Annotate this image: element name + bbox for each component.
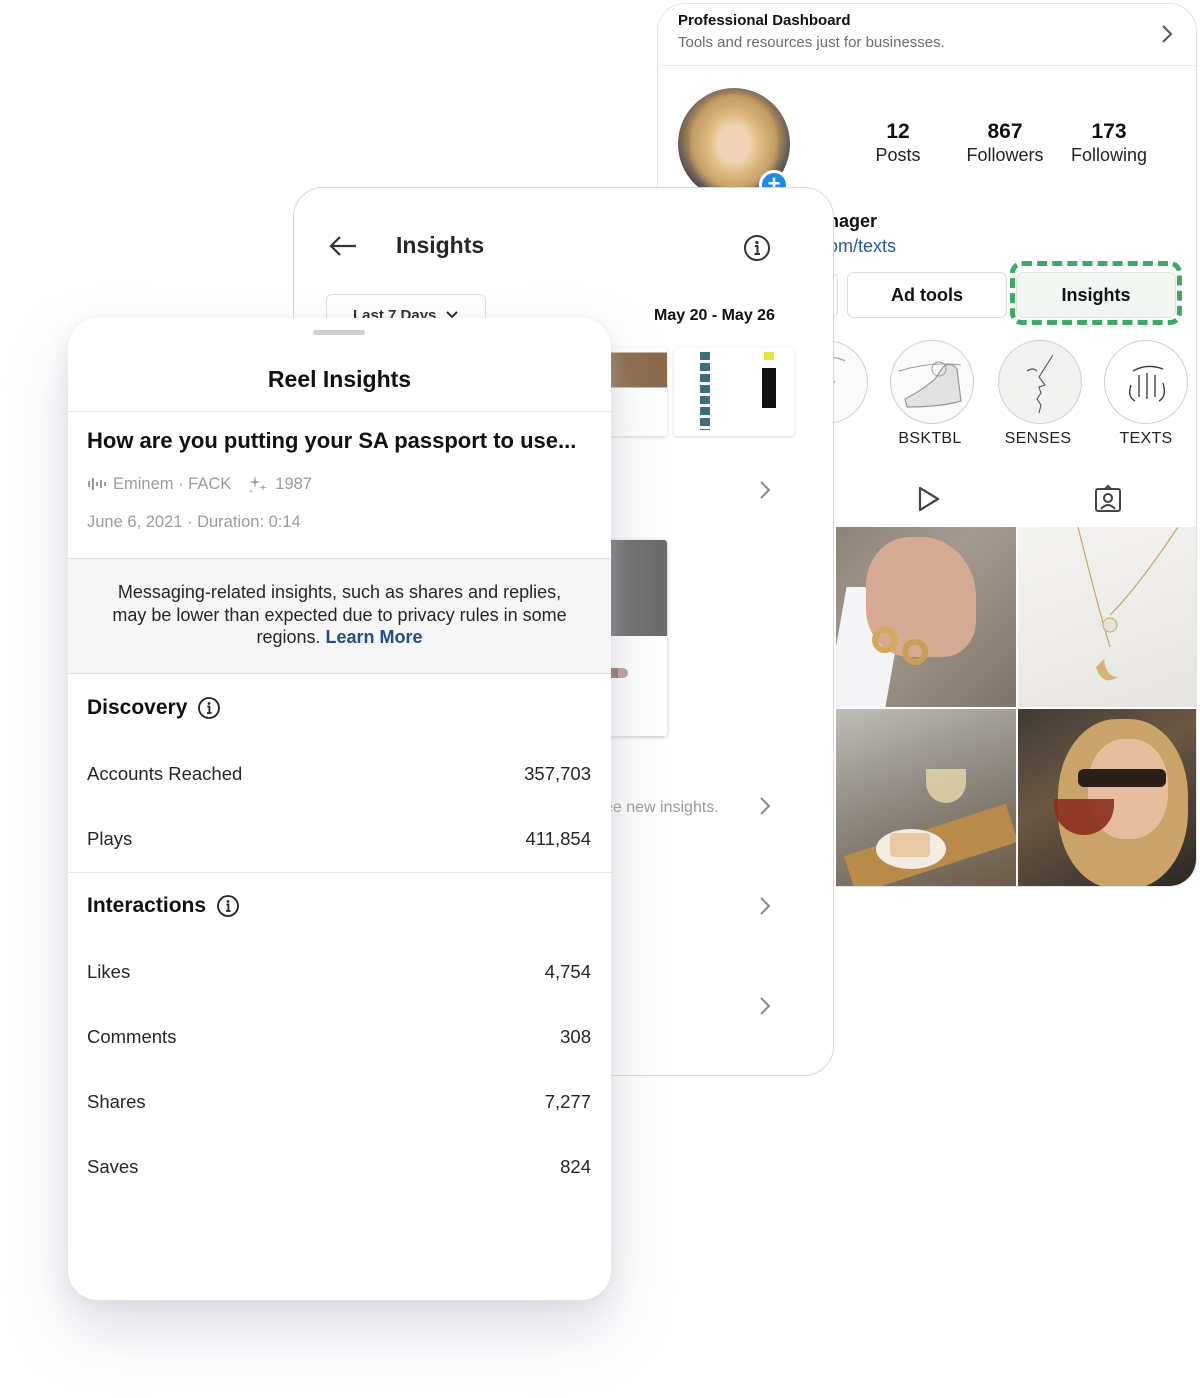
sheet-title: Reel Insights xyxy=(267,366,412,392)
metric-label: Saves xyxy=(87,1156,139,1177)
dashboard-subtitle: Tools and resources just for businesses. xyxy=(678,34,945,51)
professional-dashboard-banner[interactable]: Professional Dashboard Tools and resourc… xyxy=(658,4,1196,66)
post-thumbnail-rings[interactable] xyxy=(836,527,1016,707)
metric-row: Plays 411,854 xyxy=(87,828,591,850)
highlight-senses[interactable] xyxy=(998,340,1082,424)
highlight-label: SENSES xyxy=(1004,430,1072,447)
interactions-title: Interactions xyxy=(87,894,207,917)
back-arrow-icon[interactable] xyxy=(328,234,358,258)
followers-stat[interactable]: 867 Followers xyxy=(958,120,1052,166)
metric-value: 4,754 xyxy=(544,961,591,982)
divider xyxy=(68,411,611,412)
chevron-right-icon[interactable] xyxy=(758,995,772,1017)
reel-insights-sheet: Reel Insights How are you putting your S… xyxy=(68,318,611,1300)
insights-title: Insights xyxy=(396,232,485,258)
following-label: Following xyxy=(1070,145,1148,165)
posts-count: 12 xyxy=(886,120,910,143)
ad-tools-button[interactable]: Ad tools xyxy=(847,272,1007,318)
post-date-duration: June 6, 2021 · Duration: 0:14 xyxy=(87,513,301,531)
post-title: How are you putting your SA passport to … xyxy=(87,428,577,453)
highlight-texts[interactable] xyxy=(1104,340,1188,424)
interactions-heading: Interactions xyxy=(87,894,240,918)
divider xyxy=(68,872,611,873)
followers-count: 867 xyxy=(987,120,1023,143)
posts-grid xyxy=(836,527,1196,886)
post-thumbnail-necklace[interactable] xyxy=(1018,527,1196,707)
following-count: 173 xyxy=(1091,120,1127,143)
content-thumbnail[interactable] xyxy=(674,348,794,436)
highlight-bsktbl[interactable] xyxy=(890,340,974,424)
insights-prompt-text: ee new insights. xyxy=(604,799,719,816)
metric-label: Shares xyxy=(87,1091,146,1112)
metric-value: 357,703 xyxy=(524,763,591,784)
learn-more-link[interactable]: Learn More xyxy=(326,627,423,647)
info-icon[interactable] xyxy=(742,233,772,263)
tagged-tab-icon[interactable] xyxy=(1093,484,1123,514)
metric-row: Likes 4,754 xyxy=(87,961,591,983)
privacy-notice: Messaging-related insights, such as shar… xyxy=(68,558,611,674)
sneaker-drawing-icon xyxy=(898,361,962,408)
metric-label: Plays xyxy=(87,828,133,849)
metric-row: Comments 308 xyxy=(87,1026,591,1048)
info-icon[interactable] xyxy=(197,696,221,720)
sheet-drag-handle[interactable] xyxy=(313,330,365,335)
metric-row: Saves 824 xyxy=(87,1156,591,1178)
bio-category: nager xyxy=(828,211,878,231)
chevron-right-icon[interactable] xyxy=(1160,22,1174,46)
metric-label: Accounts Reached xyxy=(87,763,243,784)
post-meta: Eminem · FACK 1987 xyxy=(87,474,312,494)
metric-value: 824 xyxy=(560,1156,591,1177)
sparkle-effect-icon xyxy=(249,476,268,493)
hands-drawing-icon xyxy=(1129,365,1165,402)
date-range-text: May 20 - May 26 xyxy=(654,307,775,324)
effect-name[interactable]: 1987 xyxy=(275,475,312,494)
following-stat[interactable]: 173 Following xyxy=(1066,120,1152,166)
metric-value: 7,277 xyxy=(544,1091,591,1112)
metric-row: Shares 7,277 xyxy=(87,1091,591,1113)
audio-track[interactable]: Eminem · FACK xyxy=(113,475,231,494)
face-line-drawing-icon xyxy=(1026,354,1054,414)
metric-value: 308 xyxy=(560,1026,591,1047)
bio-link[interactable]: om/texts xyxy=(828,236,896,257)
info-icon[interactable] xyxy=(216,894,240,918)
posts-label: Posts xyxy=(875,145,921,165)
audio-waveform-icon xyxy=(88,478,106,490)
posts-stat[interactable]: 12 Posts xyxy=(868,120,928,166)
discovery-title: Discovery xyxy=(87,696,188,719)
post-thumbnail-bath[interactable] xyxy=(836,709,1016,886)
insights-highlight-outline xyxy=(1010,261,1182,325)
chevron-right-icon[interactable] xyxy=(758,795,772,817)
discovery-heading: Discovery xyxy=(87,696,221,720)
highlight-label: TEXTS xyxy=(1119,430,1173,447)
highlight-label: BSKTBL xyxy=(898,430,962,447)
metric-label: Likes xyxy=(87,961,131,982)
metric-row: Accounts Reached 357,703 xyxy=(87,763,591,785)
metric-value: 411,854 xyxy=(525,828,592,849)
followers-label: Followers xyxy=(966,145,1044,165)
reels-tab-icon[interactable] xyxy=(914,484,944,514)
chevron-right-icon[interactable] xyxy=(758,479,772,501)
chevron-right-icon[interactable] xyxy=(758,895,772,917)
metric-label: Comments xyxy=(87,1026,177,1047)
post-thumbnail-selfie[interactable] xyxy=(1018,709,1196,886)
dashboard-title: Professional Dashboard xyxy=(678,12,851,29)
